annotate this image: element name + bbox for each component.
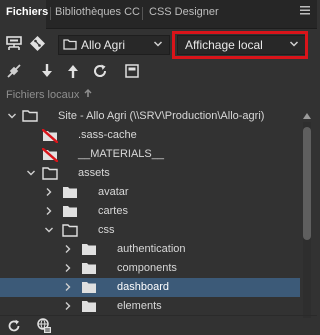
folder-icon <box>82 301 96 312</box>
site-folder-icon <box>63 39 77 50</box>
tree-row-materials[interactable]: __MATERIALS__ <box>0 145 300 164</box>
panel-menu-icon[interactable] <box>299 4 311 16</box>
sync-icon[interactable] <box>7 319 21 333</box>
tree-item-label: components <box>117 262 177 274</box>
excluded-folder-icon <box>42 129 58 143</box>
git-icon[interactable] <box>29 35 46 52</box>
log-icon[interactable] <box>36 318 52 334</box>
chevron-right-icon[interactable] <box>63 263 73 273</box>
tree-row-dashboard[interactable]: dashboard <box>0 278 300 297</box>
chevron-right-icon[interactable] <box>44 206 54 216</box>
tree-row-avatar[interactable]: avatar <box>0 183 300 202</box>
chevron-down-icon[interactable] <box>7 111 17 121</box>
local-files-label: Fichiers locaux <box>6 89 80 101</box>
tree-item-label: dashboard <box>117 281 169 293</box>
file-actions-toolbar <box>0 60 317 84</box>
tree-row-css[interactable]: css <box>0 221 300 240</box>
refresh-icon[interactable] <box>92 63 108 79</box>
folder-icon <box>82 263 96 274</box>
chevron-down-icon[interactable] <box>26 168 36 178</box>
chevron-right-icon[interactable] <box>63 282 73 292</box>
tab-divider <box>50 7 51 20</box>
tree-row-site-root[interactable]: Site - Allo Agri (\\SRV\Production\Allo-… <box>0 107 300 126</box>
tree-item-label: elements <box>117 300 162 312</box>
tree-item-label: Site - Allo Agri (\\SRV\Production\Allo-… <box>58 110 265 122</box>
tree-row-sass-cache[interactable]: .sass-cache <box>0 126 300 145</box>
chevron-right-icon[interactable] <box>63 301 73 311</box>
put-files-icon[interactable] <box>66 63 80 79</box>
tree-item-label: __MATERIALS__ <box>78 148 165 160</box>
folder-icon <box>63 206 77 217</box>
status-bar <box>0 315 317 335</box>
tree-item-label: css <box>98 224 115 236</box>
folder-open-icon <box>42 167 58 180</box>
tab-files[interactable]: Fichiers <box>6 6 48 18</box>
tab-css-designer[interactable]: CSS Designer <box>149 6 219 18</box>
tree-item-label: assets <box>78 167 110 179</box>
expand-view-icon[interactable] <box>124 63 140 79</box>
panel-tab-bar: Fichiers Bibliothèques CC CSS Designer <box>0 0 317 31</box>
site-select[interactable]: Allo Agri <box>58 35 170 55</box>
tree-item-label: authentication <box>117 243 186 255</box>
tree-item-label: cartes <box>98 205 128 217</box>
tree-row-elements[interactable]: elements <box>0 297 300 316</box>
chevron-down-icon <box>153 41 163 47</box>
tree-item-label: avatar <box>98 186 129 198</box>
chevron-right-icon[interactable] <box>63 244 73 254</box>
tab-divider <box>142 7 143 20</box>
tree-item-label: .sass-cache <box>78 129 137 141</box>
disconnect-icon[interactable] <box>6 63 22 79</box>
folder-icon <box>82 282 96 293</box>
get-files-icon[interactable] <box>40 63 54 79</box>
tree-row-authentication[interactable]: authentication <box>0 240 300 259</box>
tab-cc-libraries[interactable]: Bibliothèques CC <box>55 6 140 18</box>
sort-ascending-icon[interactable] <box>84 89 92 98</box>
folder-open-icon <box>62 224 78 237</box>
highlight-frame <box>172 31 308 59</box>
tree-row-components[interactable]: components <box>0 259 300 278</box>
tree-row-assets[interactable]: assets <box>0 164 300 183</box>
scrollbar-thumb[interactable] <box>303 127 311 240</box>
site-folder-icon <box>22 110 38 122</box>
chevron-right-icon[interactable] <box>44 187 54 197</box>
connect-to-server-icon[interactable] <box>5 36 23 52</box>
tree-row-cartes[interactable]: cartes <box>0 202 300 221</box>
folder-icon <box>82 244 96 255</box>
site-select-value: Allo Agri <box>81 38 126 52</box>
excluded-folder-icon <box>42 148 58 162</box>
chevron-down-icon[interactable] <box>44 225 54 235</box>
local-files-header: Fichiers locaux <box>6 89 92 101</box>
scroll-up-arrow[interactable] <box>302 112 312 120</box>
folder-icon <box>63 187 77 198</box>
